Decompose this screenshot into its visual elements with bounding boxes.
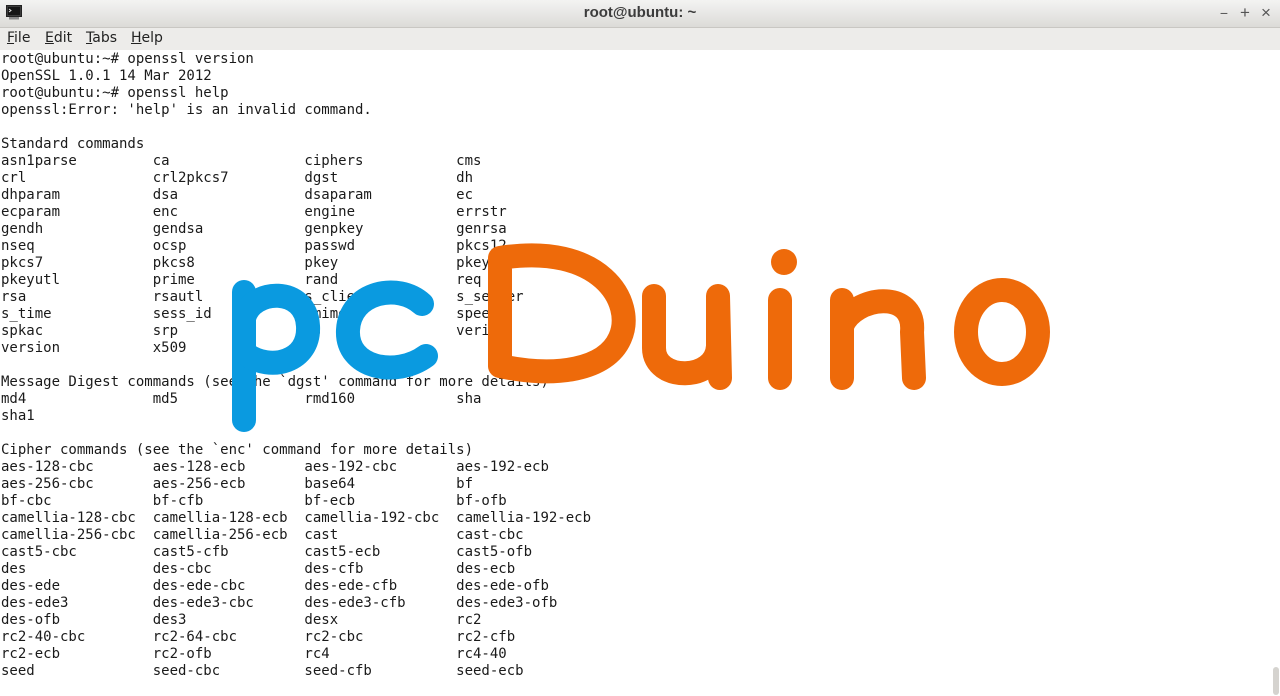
terminal-line: aes-256-cbc aes-256-ecb base64 bf [1,476,474,492]
terminal-output-area[interactable]: root@ubuntu:~# openssl version OpenSSL 1.… [0,50,1272,696]
terminal-line: s_time sess_id smime speed [1,306,499,322]
terminal-line: des-ede des-ede-cbc des-ede-cfb des-ede-… [1,578,549,594]
window-title: root@ubuntu: ~ [583,4,697,21]
menu-help-label: elp [141,30,163,46]
terminal-line: dhparam dsa dsaparam ec [1,187,474,203]
maximize-button[interactable]: + [1235,3,1255,23]
terminal-line: des-ofb des3 desx rc2 [1,612,482,628]
terminal-line: cast5-cbc cast5-cfb cast5-ecb cast5-ofb [1,544,533,560]
vertical-scrollbar[interactable] [1272,50,1280,696]
terminal-line: crl crl2pkcs7 dgst dh [1,170,474,186]
terminal-line: rc2-40-cbc rc2-64-cbc rc2-cbc rc2-cfb [1,629,516,645]
menu-edit-mnemonic: E [45,30,54,46]
scrollbar-thumb[interactable] [1273,667,1279,695]
close-button[interactable]: × [1256,3,1276,23]
terminal-line: nseq ocsp passwd pkcs12 [1,238,507,254]
terminal-line: des-ede3 des-ede3-cbc des-ede3-cfb des-e… [1,595,558,611]
menu-edit-label: dit [53,30,73,46]
menu-tabs-label: abs [92,30,117,46]
menu-file-label: ile [14,30,31,46]
terminal-line: seed seed-cbc seed-cfb seed-ecb [1,663,524,679]
menu-file[interactable]: File [7,30,30,46]
terminal-line: camellia-128-cbc camellia-128-ecb camell… [1,510,592,526]
terminal-line: spkac srp ts verify [1,323,507,339]
terminal-line: pkcs7 pkcs8 pkey pkeyparam [1,255,533,271]
terminal-line: Standard commands [1,136,145,152]
terminal-line: gendh gendsa genpkey genrsa [1,221,507,237]
terminal-line: bf-cbc bf-cfb bf-ecb bf-ofb [1,493,507,509]
terminal-line: sha1 [1,408,35,424]
terminal-line: ecparam enc engine errstr [1,204,507,220]
terminal-text[interactable]: root@ubuntu:~# openssl version OpenSSL 1.… [0,51,1272,680]
terminal-line: version x509 [1,340,187,356]
terminal-line: des des-cbc des-cfb des-ecb [1,561,516,577]
menu-tabs[interactable]: Tabs [86,30,117,46]
terminal-line: md4 md5 rmd160 sha [1,391,482,407]
title-bar[interactable]: root@ubuntu: ~ − + × [0,0,1280,28]
menu-edit[interactable]: Edit [45,30,72,46]
terminal-line: Message Digest commands (see the `dgst' … [1,374,549,390]
terminal-line: aes-128-cbc aes-128-ecb aes-192-cbc aes-… [1,459,549,475]
terminal-line: asn1parse ca ciphers cms [1,153,482,169]
terminal-line: Cipher commands (see the `enc' command f… [1,442,474,458]
minimize-button[interactable]: − [1214,3,1234,23]
menu-help-mnemonic: H [131,30,142,46]
terminal-line: openssl:Error: 'help' is an invalid comm… [1,102,372,118]
menu-file-mnemonic: F [7,30,15,46]
terminal-line: rsa rsautl s_client s_server [1,289,524,305]
terminal-line: OpenSSL 1.0.1 14 Mar 2012 [1,68,212,84]
menu-help[interactable]: Help [131,30,163,46]
terminal-line: root@ubuntu:~# openssl help [1,85,229,101]
terminal-line: camellia-256-cbc camellia-256-ecb cast c… [1,527,524,543]
terminal-line: pkeyutl prime rand req [1,272,482,288]
menu-bar: File Edit Tabs Help [0,28,1280,50]
terminal-line: root@ubuntu:~# openssl version [1,51,254,67]
terminal-line: rc2-ecb rc2-ofb rc4 rc4-40 [1,646,507,662]
terminal-window: root@ubuntu: ~ − + × File Edit Tabs Help… [0,0,1280,696]
